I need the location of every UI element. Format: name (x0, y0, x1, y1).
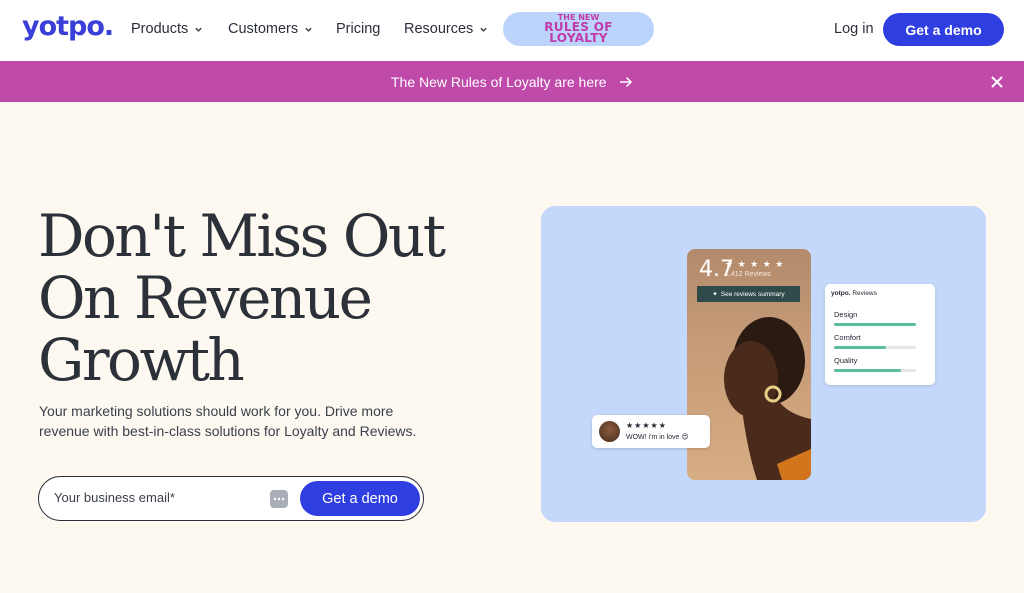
hero-title-line2: On Revenue (38, 264, 373, 332)
avatar (599, 421, 620, 442)
review-chip: ★★★★★ WOW! i'm in love 😍 (592, 415, 710, 448)
password-manager-icon[interactable] (270, 490, 288, 508)
stat-label-quality: Quality (834, 356, 858, 365)
login-link[interactable]: Log in (834, 21, 874, 37)
stats-title: Reviews (852, 290, 877, 297)
chevron-down-icon (305, 27, 312, 32)
rating-stars: ★ ★ ★ ★ ★ (725, 259, 785, 269)
business-email-input[interactable] (54, 490, 254, 505)
yotpo-logo[interactable]: yotpo. (22, 11, 114, 42)
nav-products[interactable]: Products (131, 21, 203, 37)
stat-label-comfort: Comfort (834, 333, 861, 342)
nav-pricing[interactable]: Pricing (336, 21, 380, 37)
close-icon[interactable] (988, 73, 1006, 91)
hero-subtitle: Your marketing solutions should work for… (39, 403, 417, 439)
hero-title-line3: Growth (38, 326, 245, 394)
chevron-down-icon (195, 27, 202, 32)
stat-label-design: Design (834, 310, 858, 319)
review-count: 1,412 Reviews (725, 271, 771, 278)
banner-text: The New Rules of Loyalty are here (391, 74, 607, 90)
stat-bar-quality (834, 369, 916, 372)
reviews-stats-card: yotpo. Reviews Design Comfort Quality (825, 284, 935, 385)
nav-resources-label: Resources (404, 21, 474, 37)
nav-products-label: Products (131, 21, 189, 37)
summary-button-label: See reviews summary (720, 290, 785, 298)
nav-pricing-label: Pricing (336, 21, 381, 37)
stat-bar-comfort (834, 346, 916, 349)
hero-visual: 4.7 ★ ★ ★ ★ ★ 1,412 Reviews ✦ See review… (541, 206, 986, 522)
hero-title-line1: Don't Miss Out (38, 202, 446, 270)
nav-resources[interactable]: Resources (404, 21, 488, 37)
nav-customers-label: Customers (228, 21, 299, 37)
chip-review-text: WOW! i'm in love 😍 (626, 434, 689, 441)
email-signup-form: Get a demo (38, 476, 424, 521)
get-a-demo-button[interactable]: Get a demo (883, 13, 1004, 46)
form-get-a-demo-button[interactable]: Get a demo (300, 481, 420, 516)
banner-link[interactable]: The New Rules of Loyalty are here (391, 74, 633, 90)
top-navigation: yotpo. Products Customers Pricing Resour… (0, 0, 1024, 61)
new-rules-of-loyalty-pill[interactable]: THE NEW RULES OF LOYALTY (503, 12, 654, 46)
hero-title: Don't Miss Out On Revenue Growth (38, 205, 498, 391)
see-reviews-summary-button[interactable]: ✦ See reviews summary (697, 286, 800, 302)
chip-stars: ★★★★★ (626, 421, 667, 430)
stats-header: yotpo. Reviews (831, 290, 877, 297)
announcement-banner: The New Rules of Loyalty are here (0, 61, 1024, 102)
promo-line3: LOYALTY (549, 31, 608, 45)
arrow-right-icon (619, 76, 632, 88)
nav-customers[interactable]: Customers (228, 21, 313, 37)
sparkle-icon: ✦ (712, 291, 718, 298)
stats-brand: yotpo. (831, 290, 851, 297)
stat-bar-design (834, 323, 916, 326)
chevron-down-icon (480, 27, 487, 32)
